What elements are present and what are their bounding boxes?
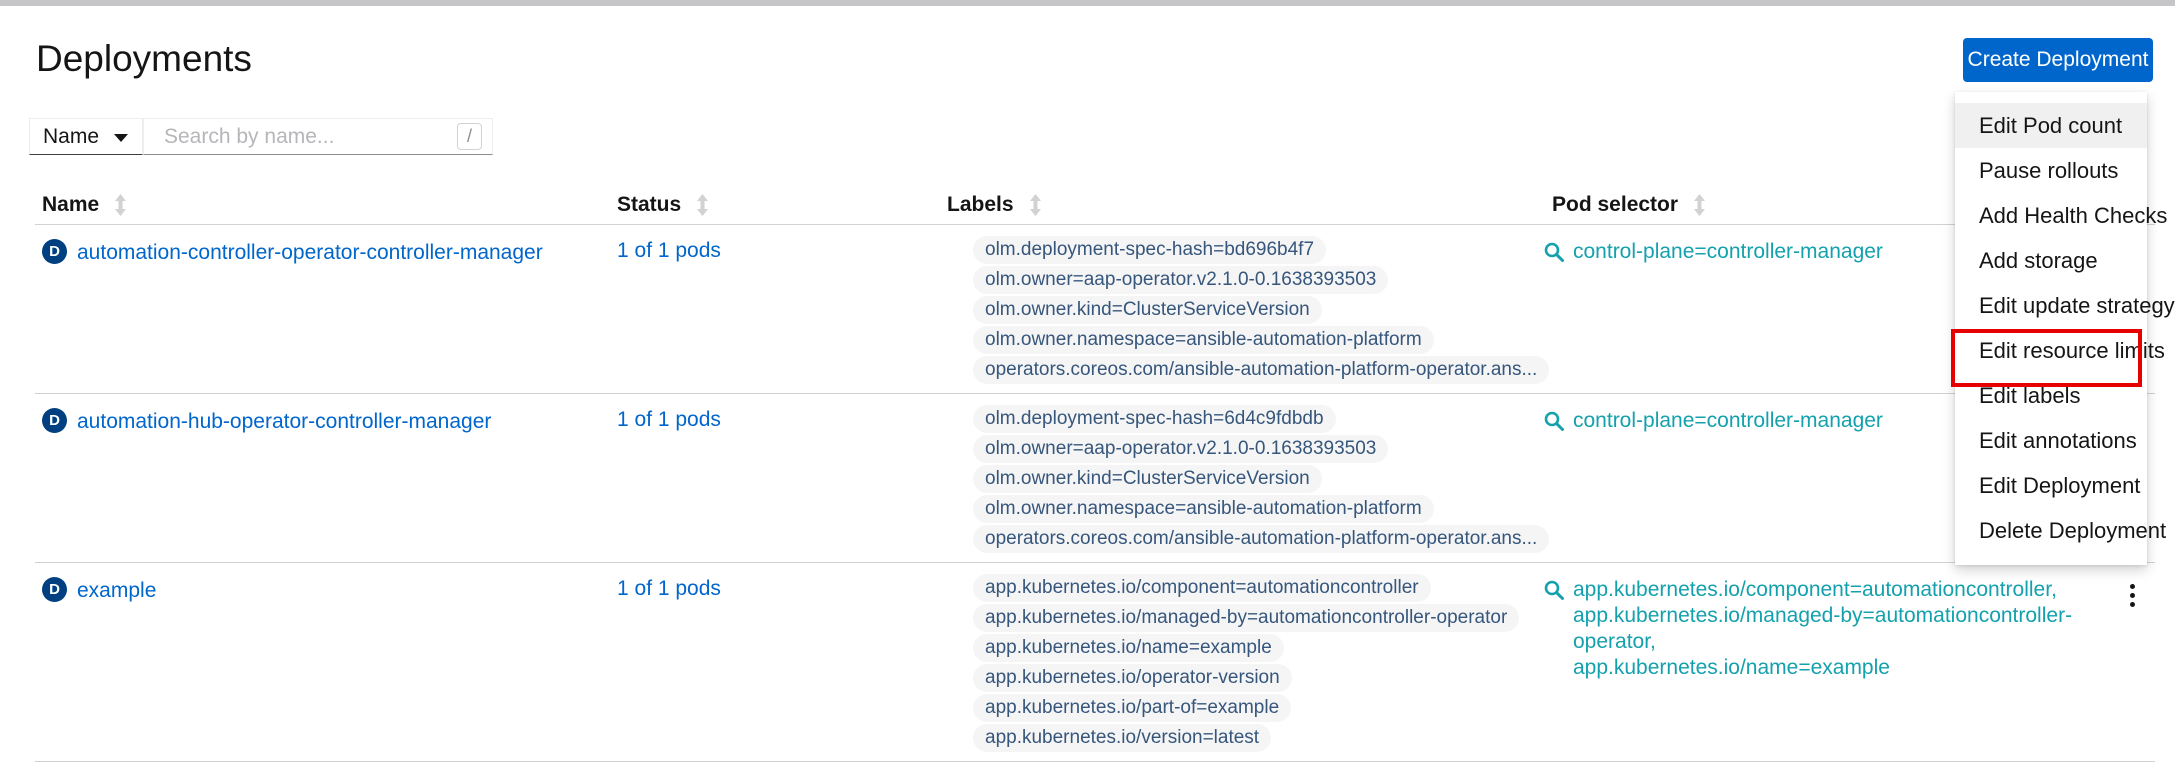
sort-icon — [1692, 194, 1707, 216]
menu-item-edit-deployment[interactable]: Edit Deployment — [1955, 463, 2147, 508]
label-chip: app.kubernetes.io/part-of=example — [973, 694, 1291, 722]
search-icon — [1543, 579, 1565, 607]
create-deployment-button[interactable]: Create Deployment — [1963, 38, 2153, 82]
column-header-name[interactable]: Name — [35, 193, 617, 217]
label-chip: olm.owner=aap-operator.v2.1.0-0.16383935… — [973, 266, 1388, 294]
column-header-label: Labels — [947, 193, 1014, 217]
kebab-cell — [2110, 563, 2155, 761]
menu-item-edit-update-strategy[interactable]: Edit update strategy — [1955, 283, 2147, 328]
table-header-row: Name Status Labels Pod selector — [35, 185, 2155, 225]
chevron-down-icon — [114, 134, 128, 142]
label-chip: olm.deployment-spec-hash=6d4c9fdbdb — [973, 405, 1336, 433]
actions-dropdown-menu: Edit Pod countPause rolloutsAdd Health C… — [1955, 92, 2147, 565]
page-title: Deployments — [36, 38, 252, 80]
pod-selector-link[interactable]: app.kubernetes.io/component=automationco… — [1543, 577, 2110, 681]
column-header-label: Pod selector — [1552, 193, 1678, 217]
deployment-resource-badge: D — [42, 408, 67, 433]
status-cell: 1 of 1 pods — [617, 394, 947, 562]
filter-toolbar: Name / — [29, 118, 493, 155]
pod-selector-line: control-plane=controller-manager — [1573, 408, 1883, 434]
pod-selector-text: control-plane=controller-manager — [1573, 239, 1883, 265]
deployment-name-link[interactable]: automation-controller-operator-controlle… — [77, 239, 543, 265]
label-chip: olm.owner.kind=ClusterServiceVersion — [973, 296, 1322, 324]
name-cell: Dautomation-hub-operator-controller-mana… — [35, 394, 617, 562]
label-chip: operators.coreos.com/ansible-automation-… — [973, 356, 1549, 384]
table-body: Dautomation-controller-operator-controll… — [35, 225, 2155, 762]
pod-selector-line: app.kubernetes.io/component=automationco… — [1573, 577, 2110, 603]
deployment-name-link[interactable]: example — [77, 577, 156, 603]
deployment-resource-badge: D — [42, 239, 67, 264]
label-chip: app.kubernetes.io/operator-version — [973, 664, 1292, 692]
pod-selector-cell: app.kubernetes.io/component=automationco… — [1540, 563, 2110, 761]
search-icon — [1543, 410, 1565, 438]
label-chip: olm.deployment-spec-hash=bd696b4f7 — [973, 236, 1326, 264]
filter-type-label: Name — [43, 125, 99, 149]
labels-cell: app.kubernetes.io/component=automationco… — [947, 563, 1540, 761]
menu-item-add-storage[interactable]: Add storage — [1955, 238, 2147, 283]
label-chip: app.kubernetes.io/component=automationco… — [973, 574, 1431, 602]
menu-item-add-health-checks[interactable]: Add Health Checks — [1955, 193, 2147, 238]
search-icon — [1543, 241, 1565, 269]
menu-item-edit-labels[interactable]: Edit labels — [1955, 373, 2147, 418]
filter-type-dropdown[interactable]: Name — [29, 118, 143, 155]
column-header-labels[interactable]: Labels — [947, 193, 1540, 217]
sort-icon — [695, 194, 710, 216]
pods-status-link[interactable]: 1 of 1 pods — [617, 239, 721, 262]
label-chip: olm.owner.namespace=ansible-automation-p… — [973, 326, 1434, 354]
labels-cell: olm.deployment-spec-hash=6d4c9fdbdbolm.o… — [947, 394, 1540, 562]
pod-selector-text: app.kubernetes.io/component=automationco… — [1573, 577, 2110, 681]
kebab-menu-button[interactable] — [2126, 580, 2139, 761]
sort-icon — [1028, 194, 1043, 216]
menu-item-delete-deployment[interactable]: Delete Deployment — [1955, 508, 2147, 553]
pods-status-link[interactable]: 1 of 1 pods — [617, 408, 721, 431]
status-cell: 1 of 1 pods — [617, 225, 947, 393]
menu-item-edit-pod-count[interactable]: Edit Pod count — [1955, 103, 2147, 148]
status-cell: 1 of 1 pods — [617, 563, 947, 761]
table-row: Dautomation-controller-operator-controll… — [35, 225, 2155, 394]
label-chip: olm.owner.kind=ClusterServiceVersion — [973, 465, 1322, 493]
search-input[interactable] — [164, 125, 457, 149]
table-row: Dautomation-hub-operator-controller-mana… — [35, 394, 2155, 563]
kebab-icon — [2130, 584, 2135, 589]
column-header-label: Status — [617, 193, 681, 217]
label-chip: app.kubernetes.io/managed-by=automationc… — [973, 604, 1519, 632]
deployment-resource-badge: D — [42, 577, 67, 602]
menu-item-pause-rollouts[interactable]: Pause rollouts — [1955, 148, 2147, 193]
pod-selector-text: control-plane=controller-manager — [1573, 408, 1883, 434]
label-chip: app.kubernetes.io/name=example — [973, 634, 1284, 662]
label-chip: operators.coreos.com/ansible-automation-… — [973, 525, 1549, 553]
column-header-status[interactable]: Status — [617, 193, 947, 217]
pod-selector-line: app.kubernetes.io/managed-by=automationc… — [1573, 603, 2110, 655]
table-row: Dexample1 of 1 podsapp.kubernetes.io/com… — [35, 563, 2155, 762]
deployments-table: Name Status Labels Pod selector Dautomation… — [35, 185, 2155, 762]
label-chip: app.kubernetes.io/version=latest — [973, 724, 1271, 752]
menu-item-edit-resource-limits[interactable]: Edit resource limits — [1955, 328, 2147, 373]
labels-cell: olm.deployment-spec-hash=bd696b4f7olm.ow… — [947, 225, 1540, 393]
label-chip: olm.owner.namespace=ansible-automation-p… — [973, 495, 1434, 523]
pod-selector-line: control-plane=controller-manager — [1573, 239, 1883, 265]
masthead-edge — [0, 0, 2175, 6]
deployment-name-link[interactable]: automation-hub-operator-controller-manag… — [77, 408, 491, 434]
pod-selector-line: app.kubernetes.io/name=example — [1573, 655, 2110, 681]
menu-item-edit-annotations[interactable]: Edit annotations — [1955, 418, 2147, 463]
name-cell: Dexample — [35, 563, 617, 761]
name-cell: Dautomation-controller-operator-controll… — [35, 225, 617, 393]
search-box: / — [143, 118, 493, 155]
sort-icon — [113, 194, 128, 216]
label-chip: olm.owner=aap-operator.v2.1.0-0.16383935… — [973, 435, 1388, 463]
slash-shortcut-badge: / — [457, 123, 482, 150]
column-header-label: Name — [42, 193, 99, 217]
pods-status-link[interactable]: 1 of 1 pods — [617, 577, 721, 600]
